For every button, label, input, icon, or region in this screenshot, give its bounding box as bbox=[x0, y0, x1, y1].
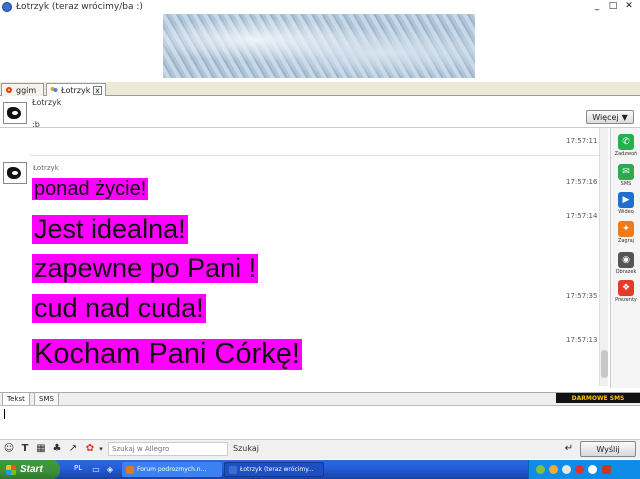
more-button[interactable]: Więcej ▼ bbox=[586, 110, 634, 124]
send-button[interactable]: Wyślij bbox=[580, 441, 636, 457]
tab-label: ggim bbox=[16, 85, 37, 95]
message-timestamp: 17:57:16 bbox=[566, 178, 598, 186]
quicklaunch-icon[interactable]: ◈ bbox=[104, 464, 116, 476]
tab-lotrzyk[interactable]: Łotrzyk x bbox=[46, 83, 106, 96]
tray-volume-icon[interactable] bbox=[562, 465, 571, 474]
image-action[interactable]: ◉ Obrazek bbox=[611, 252, 640, 275]
search-button[interactable]: Szukaj bbox=[233, 444, 259, 453]
gift-icon: ❖ bbox=[618, 280, 634, 296]
gift-action[interactable]: ❖ Prezenty bbox=[611, 280, 640, 303]
app-icon bbox=[2, 2, 12, 12]
emoticon-icon[interactable]: ☺ bbox=[3, 443, 15, 455]
contact-header bbox=[0, 96, 640, 128]
message-timestamp: 17:57:11 bbox=[566, 137, 598, 145]
message-timestamp: 17:57:14 bbox=[566, 212, 598, 220]
chat-message: zapewne po Pani ! bbox=[32, 253, 259, 283]
sms-action[interactable]: ✉ SMS bbox=[611, 164, 640, 187]
chat-message: cud nad cuda! bbox=[32, 293, 206, 323]
input-tab-bar: Tekst SMS bbox=[0, 392, 640, 406]
message-input[interactable] bbox=[0, 405, 640, 439]
contact-avatar[interactable] bbox=[3, 102, 27, 124]
tab-ggim[interactable]: ggim bbox=[1, 83, 44, 96]
sms-icon: ✉ bbox=[618, 164, 634, 180]
maximize-button[interactable]: □ bbox=[606, 1, 620, 12]
message-timestamp: 17:57:13 bbox=[566, 336, 598, 344]
game-action[interactable]: ✦ Zagraj bbox=[611, 221, 640, 244]
chat-message: Jest idealna! bbox=[32, 214, 188, 244]
tray-update-icon[interactable] bbox=[549, 465, 558, 474]
enter-icon[interactable]: ↵ bbox=[562, 442, 576, 456]
message-separator bbox=[30, 155, 600, 156]
ad-banner[interactable] bbox=[163, 14, 475, 78]
user-multi-icon bbox=[50, 86, 58, 94]
start-button[interactable]: Start bbox=[0, 460, 60, 479]
tab-bar: ggim Łotrzyk x bbox=[0, 82, 640, 96]
video-icon: ▶ bbox=[618, 192, 634, 208]
chat-message: ponad życie! bbox=[32, 178, 149, 200]
camera-icon: ◉ bbox=[618, 252, 634, 268]
allegro-search-input[interactable] bbox=[108, 442, 228, 456]
message-author: Łotrzyk bbox=[33, 164, 59, 172]
users-icon[interactable]: ♣ bbox=[51, 443, 63, 455]
share-icon[interactable]: ↗ bbox=[67, 443, 79, 455]
text-caret bbox=[4, 409, 5, 419]
window-title: Łotrzyk (teraz wrócimy/ba :) bbox=[16, 2, 143, 12]
text-format-icon[interactable]: T bbox=[19, 443, 31, 455]
tray-antivirus-icon[interactable] bbox=[602, 465, 611, 474]
call-action[interactable]: ✆ Zadzwoń bbox=[611, 134, 640, 157]
tray-security-icon[interactable] bbox=[575, 465, 584, 474]
scrollbar-thumb[interactable] bbox=[601, 350, 608, 378]
contact-nick: Łotrzyk bbox=[32, 98, 62, 107]
windows-logo-icon bbox=[6, 464, 16, 475]
desktop-icon[interactable]: ▭ bbox=[90, 464, 102, 476]
sms-promo-banner[interactable]: DARMOWE SMS bbox=[556, 393, 640, 403]
tab-close-icon[interactable]: x bbox=[93, 85, 102, 95]
game-icon: ✦ bbox=[618, 221, 634, 237]
video-action[interactable]: ▶ Wideo bbox=[611, 192, 640, 215]
chat-scrollbar[interactable] bbox=[599, 128, 608, 386]
gg-flower-icon bbox=[5, 86, 13, 94]
more-button-label: Więcej bbox=[592, 112, 619, 122]
taskbar-item-browser[interactable]: Forum podrozmych.n... bbox=[122, 462, 222, 477]
chevron-down-icon: ▼ bbox=[621, 112, 628, 122]
minimize-button[interactable]: _ bbox=[590, 1, 604, 12]
image-insert-icon[interactable]: ▦ bbox=[35, 443, 47, 455]
language-indicator[interactable]: PL bbox=[74, 464, 82, 472]
chat-message: Kocham Pani Córkę! bbox=[32, 338, 302, 370]
tab-label: Łotrzyk bbox=[61, 85, 91, 95]
title-bar: Łotrzyk (teraz wrócimy/ba :) _ □ ✕ bbox=[0, 0, 640, 14]
chevron-down-icon[interactable]: ▾ bbox=[95, 443, 107, 455]
taskbar-item-gg[interactable]: Łotrzyk (teraz wrócimy... bbox=[224, 462, 324, 477]
message-avatar bbox=[3, 162, 27, 184]
tray-network-icon[interactable] bbox=[536, 465, 545, 474]
tray-app-icon[interactable] bbox=[588, 465, 597, 474]
phone-icon: ✆ bbox=[618, 134, 634, 150]
gg-icon bbox=[229, 465, 237, 474]
browser-icon bbox=[126, 465, 134, 474]
close-button[interactable]: ✕ bbox=[622, 1, 636, 12]
action-sidebar: ✆ Zadzwoń ✉ SMS ▶ Wideo ✦ Zagraj ◉ Obraz… bbox=[610, 128, 640, 388]
message-timestamp: 17:57:35 bbox=[566, 292, 598, 300]
